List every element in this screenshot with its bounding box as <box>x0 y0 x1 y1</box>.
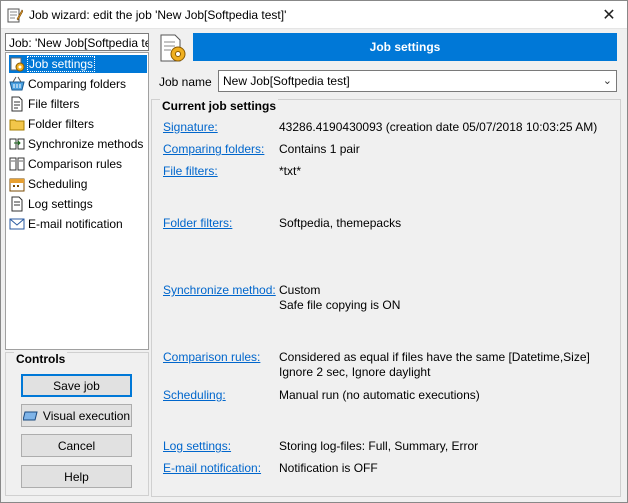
page-title: Job settings <box>193 33 617 61</box>
email-icon <box>9 218 25 230</box>
doc-filter-icon <box>11 96 23 112</box>
compare-icon <box>9 157 25 171</box>
scheduling-value: Manual run (no automatic executions) <box>279 388 480 402</box>
visual-execution-button[interactable]: Visual execution <box>21 404 132 427</box>
nav-item-label: Log settings <box>28 197 93 211</box>
gear-doc-icon <box>10 57 25 72</box>
close-button[interactable]: ✕ <box>591 1 627 29</box>
synchronize-method-link[interactable]: Synchronize method: <box>163 283 276 297</box>
help-label: Help <box>64 469 89 484</box>
job-wizard-window: Job wizard: edit the job 'New Job[Softpe… <box>0 0 628 503</box>
log-settings-value: Storing log-files: Full, Summary, Error <box>279 439 479 453</box>
cancel-label: Cancel <box>57 438 96 453</box>
controls-legend: Controls <box>14 352 68 366</box>
save-job-button[interactable]: Save job <box>21 374 132 397</box>
comparing-folders-value: Contains 1 pair <box>279 142 360 156</box>
help-button[interactable]: Help <box>21 465 132 488</box>
nav-item-label: Scheduling <box>28 177 88 191</box>
nav-item-label: Comparing folders <box>28 77 127 91</box>
nav-item-label: Comparison rules <box>28 157 123 171</box>
title-bar[interactable]: Job wizard: edit the job 'New Job[Softpe… <box>1 1 627 29</box>
nav-item-synchronize-methods[interactable]: Synchronize methods <box>9 135 147 153</box>
save-job-label: Save job <box>53 378 100 393</box>
nav-item-label: Job settings <box>26 56 96 72</box>
calendar-icon <box>9 178 25 192</box>
nav-item-comparison-rules[interactable]: Comparison rules <box>9 155 147 173</box>
job-name-label: Job name <box>159 75 212 89</box>
nav-item-folder-filters[interactable]: Folder filters <box>9 115 147 133</box>
nav-item-label: Folder filters <box>28 117 95 131</box>
email-notification-link[interactable]: E-mail notification: <box>163 461 261 475</box>
visual-execution-label: Visual execution <box>42 408 131 423</box>
comparing-folders-link[interactable]: Comparing folders: <box>163 142 264 156</box>
nav-item-log-settings[interactable]: Log settings <box>9 195 147 213</box>
folder-filters-link[interactable]: Folder filters: <box>163 216 232 230</box>
scheduling-link[interactable]: Scheduling: <box>163 388 226 402</box>
basket-icon <box>9 76 25 91</box>
nav-item-file-filters[interactable]: File filters <box>9 95 147 113</box>
email-notification-value: Notification is OFF <box>279 461 378 475</box>
folder-filters-value: Softpedia, themepacks <box>279 216 402 230</box>
nav-item-email-notification[interactable]: E-mail notification <box>9 215 147 233</box>
comparison-rules-link[interactable]: Comparison rules: <box>163 350 260 364</box>
chevron-down-icon[interactable]: ⌄ <box>603 74 612 87</box>
file-filters-value: *txt* <box>279 164 302 178</box>
nav-item-label: File filters <box>28 97 80 111</box>
nav-item-label: E-mail notification <box>28 217 123 231</box>
job-name-value: New Job[Softpedia test] <box>223 74 350 88</box>
sync-icon <box>9 138 25 150</box>
nav-item-job-settings[interactable]: Job settings <box>9 55 147 73</box>
job-name-combobox[interactable]: New Job[Softpedia test] ⌄ <box>218 70 617 92</box>
nav-item-comparing-folders[interactable]: Comparing folders <box>9 75 147 93</box>
settings-legend: Current job settings <box>160 99 279 113</box>
signature-value: 43286.4190430093 (creation date 05/07/20… <box>279 120 598 134</box>
comparison-rules-value: Considered as equal if files have the sa… <box>279 350 590 379</box>
job-selector[interactable]: Job: 'New Job[Softpedia test]' <box>5 33 149 51</box>
signature-link[interactable]: Signature: <box>163 120 218 134</box>
settings-nav-list[interactable]: Job settings Comparing folders File filt… <box>5 52 149 350</box>
visual-execution-icon <box>22 411 38 420</box>
nav-item-label: Synchronize methods <box>28 137 144 151</box>
synchronize-method-value: Custom Safe file copying is ON <box>279 283 401 312</box>
file-filters-link[interactable]: File filters: <box>163 164 218 178</box>
log-icon <box>11 196 23 212</box>
app-pencil-icon <box>7 8 23 23</box>
nav-item-scheduling[interactable]: Scheduling <box>9 175 147 193</box>
cancel-button[interactable]: Cancel <box>21 434 132 457</box>
close-icon: ✕ <box>602 7 616 24</box>
folder-icon <box>9 119 25 131</box>
controls-group: Controls Save job Visual execution Cance… <box>5 352 149 496</box>
log-settings-link[interactable]: Log settings: <box>163 439 231 453</box>
window-title: Job wizard: edit the job 'New Job[Softpe… <box>29 8 287 22</box>
job-settings-icon <box>160 34 186 62</box>
current-job-settings-group: Current job settings Signature: 43286.41… <box>151 99 621 497</box>
